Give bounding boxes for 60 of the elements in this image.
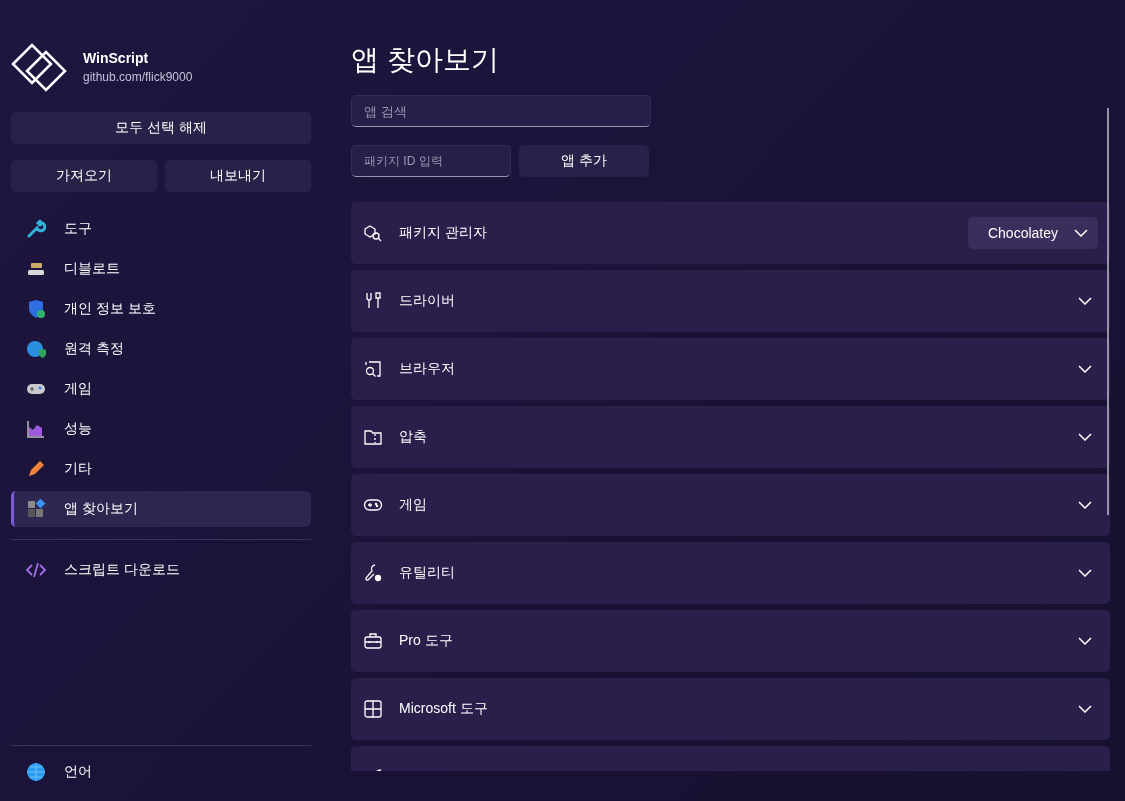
globe-icon — [26, 762, 46, 782]
package-manager-dropdown[interactable]: Chocolatey — [968, 217, 1098, 249]
tools-icon — [363, 291, 383, 311]
wrench-gear-icon — [363, 563, 383, 583]
chevron-down-icon — [1078, 297, 1092, 305]
windows-icon — [363, 699, 383, 719]
category-label: 패키지 관리자 — [399, 224, 487, 242]
toolbox-icon — [363, 631, 383, 651]
wrench-icon — [26, 219, 46, 239]
sidebar-item[interactable]: 원격 측정 — [11, 331, 311, 367]
sidebar-item[interactable]: 디블로트 — [11, 251, 311, 287]
chevron-down-icon — [1074, 229, 1088, 237]
app-name: WinScript — [83, 50, 150, 66]
import-button[interactable]: 가져오기 — [11, 160, 157, 192]
category-label: Pro 도구 — [399, 632, 453, 650]
download-script-item[interactable]: 스크립트 다운로드 — [11, 552, 311, 588]
chart-icon — [26, 419, 46, 439]
deselect-all-button[interactable]: 모두 선택 해제 — [11, 112, 311, 144]
browser-search-icon — [363, 359, 383, 379]
package-id-field[interactable]: 패키지 ID 입력 — [351, 145, 511, 177]
scrollbar[interactable] — [1107, 108, 1109, 515]
category-card[interactable]: 압축 — [351, 406, 1110, 468]
export-button[interactable]: 내보내기 — [165, 160, 311, 192]
chevron-down-icon — [1078, 433, 1092, 441]
category-card[interactable]: 유틸리티 — [351, 542, 1110, 604]
chevron-down-icon — [1078, 501, 1092, 509]
package-search-icon — [363, 223, 383, 243]
chevron-down-icon — [1078, 705, 1092, 713]
pencil-icon — [26, 459, 46, 479]
sidebar-item[interactable]: 게임 — [11, 371, 311, 407]
zip-folder-icon — [363, 427, 383, 447]
category-card[interactable]: 드라이버 — [351, 270, 1110, 332]
sidebar-item[interactable]: 앱 찾아보기 — [11, 491, 311, 527]
category-label: 브라우저 — [399, 360, 455, 378]
category-card[interactable]: 브라우저 — [351, 338, 1110, 400]
category-card[interactable]: 게임 — [351, 474, 1110, 536]
sidebar-item[interactable]: 기타 — [11, 451, 311, 487]
chevron-down-icon — [1078, 365, 1092, 373]
sidebar-item[interactable]: 도구 — [11, 211, 311, 247]
apps-icon — [26, 499, 46, 519]
chevron-down-icon — [1078, 569, 1092, 577]
category-label: 게임 — [399, 496, 427, 514]
code-icon — [26, 562, 46, 578]
language-item[interactable]: 언어 — [11, 754, 311, 790]
add-app-button[interactable]: 앱 추가 — [519, 145, 649, 177]
shield-icon — [26, 299, 46, 319]
page-title: 앱 찾아보기 — [351, 43, 500, 77]
category-card[interactable]: 패키지 관리자 Chocolatey — [351, 202, 1110, 264]
chevron-down-icon — [1078, 637, 1092, 645]
globe-icon — [26, 339, 46, 359]
logo-icon — [11, 42, 69, 92]
search-field[interactable]: 앱 검색 — [351, 95, 651, 127]
sidebar-item[interactable]: 개인 정보 보호 — [11, 291, 311, 327]
category-card[interactable]: Pro 도구 — [351, 610, 1110, 672]
category-label: 드라이버 — [399, 292, 455, 310]
category-label: 압축 — [399, 428, 427, 446]
category-label: 유틸리티 — [399, 564, 455, 582]
category-label: Microsoft 도구 — [399, 700, 488, 718]
category-card[interactable]: Microsoft 도구 — [351, 678, 1110, 740]
sidebar-item[interactable]: 성능 — [11, 411, 311, 447]
